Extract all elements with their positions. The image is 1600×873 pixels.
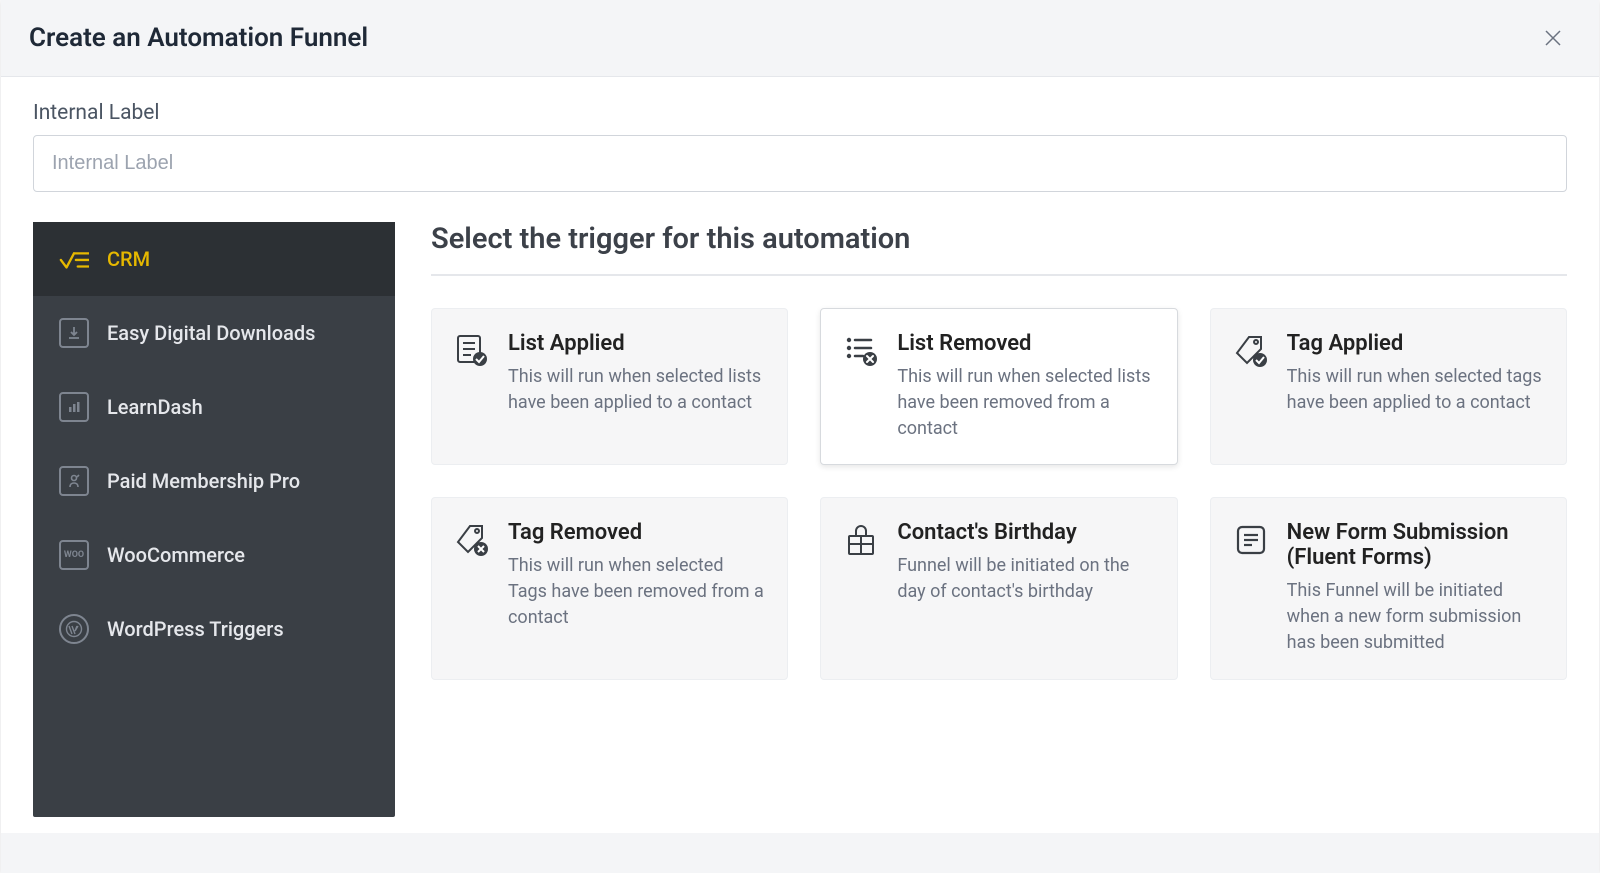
crm-check-icon [59, 244, 89, 274]
trigger-grid: List Applied This will run when selected… [431, 308, 1567, 680]
sidebar-label: WordPress Triggers [107, 617, 284, 641]
pmp-icon [59, 466, 89, 496]
list-applied-icon [454, 333, 490, 369]
sidebar-label: CRM [107, 247, 150, 271]
modal-header: Create an Automation Funnel [1, 0, 1599, 77]
close-icon [1544, 29, 1562, 47]
form-icon [1233, 522, 1269, 558]
internal-label-section: Internal Label [1, 77, 1599, 222]
trigger-title: Contact's Birthday [897, 520, 1154, 545]
trigger-desc: This will run when selected Tags have be… [508, 553, 765, 631]
trigger-desc: This will run when selected tags have be… [1287, 364, 1544, 416]
tag-removed-icon [454, 522, 490, 558]
trigger-desc: This Funnel will be initiated when a new… [1287, 578, 1544, 656]
learndash-icon [59, 392, 89, 422]
trigger-contacts-birthday[interactable]: Contact's Birthday Funnel will be initia… [820, 497, 1177, 679]
tag-applied-icon [1233, 333, 1269, 369]
trigger-new-form-submission[interactable]: New Form Submission (Fluent Forms) This … [1210, 497, 1567, 679]
close-button[interactable] [1535, 20, 1571, 56]
trigger-title: New Form Submission (Fluent Forms) [1287, 520, 1544, 570]
trigger-list-applied[interactable]: List Applied This will run when selected… [431, 308, 788, 465]
edd-icon [59, 318, 89, 348]
birthday-icon [843, 522, 879, 558]
sidebar-label: LearnDash [107, 395, 203, 419]
sidebar-item-learndash[interactable]: LearnDash [33, 370, 395, 444]
sidebar-label: WooCommerce [107, 543, 245, 567]
sidebar-item-wordpress[interactable]: WordPress Triggers [33, 592, 395, 666]
trigger-desc: This will run when selected lists have b… [508, 364, 765, 416]
trigger-title: Tag Removed [508, 520, 765, 545]
trigger-tag-removed[interactable]: Tag Removed This will run when selected … [431, 497, 788, 679]
trigger-title: List Applied [508, 331, 765, 356]
body-layout: CRM Easy Digital Downloads [1, 222, 1599, 833]
automation-funnel-modal: Create an Automation Funnel Internal Lab… [1, 0, 1599, 873]
trigger-title: Tag Applied [1287, 331, 1544, 356]
sidebar-item-edd[interactable]: Easy Digital Downloads [33, 296, 395, 370]
main-content: Select the trigger for this automation [431, 222, 1567, 833]
sidebar-item-crm[interactable]: CRM [33, 222, 395, 296]
wordpress-icon [59, 614, 89, 644]
trigger-desc: This will run when selected lists have b… [897, 364, 1154, 442]
trigger-list-removed[interactable]: List Removed This will run when selected… [820, 308, 1177, 465]
list-removed-icon [843, 333, 879, 369]
sidebar-item-pmp[interactable]: Paid Membership Pro [33, 444, 395, 518]
sidebar-label: Paid Membership Pro [107, 469, 300, 493]
sidebar-label: Easy Digital Downloads [107, 321, 315, 345]
category-sidebar: CRM Easy Digital Downloads [33, 222, 395, 817]
internal-label-input[interactable] [33, 135, 1567, 192]
trigger-tag-applied[interactable]: Tag Applied This will run when selected … [1210, 308, 1567, 465]
modal-footer [1, 833, 1599, 873]
woocommerce-icon: WOO [59, 540, 89, 570]
trigger-title: List Removed [897, 331, 1154, 356]
modal-title: Create an Automation Funnel [29, 23, 368, 53]
trigger-section-title: Select the trigger for this automation [431, 222, 1567, 276]
sidebar-item-woocommerce[interactable]: WOO WooCommerce [33, 518, 395, 592]
internal-label-field-label: Internal Label [33, 101, 1567, 125]
trigger-desc: Funnel will be initiated on the day of c… [897, 553, 1154, 605]
